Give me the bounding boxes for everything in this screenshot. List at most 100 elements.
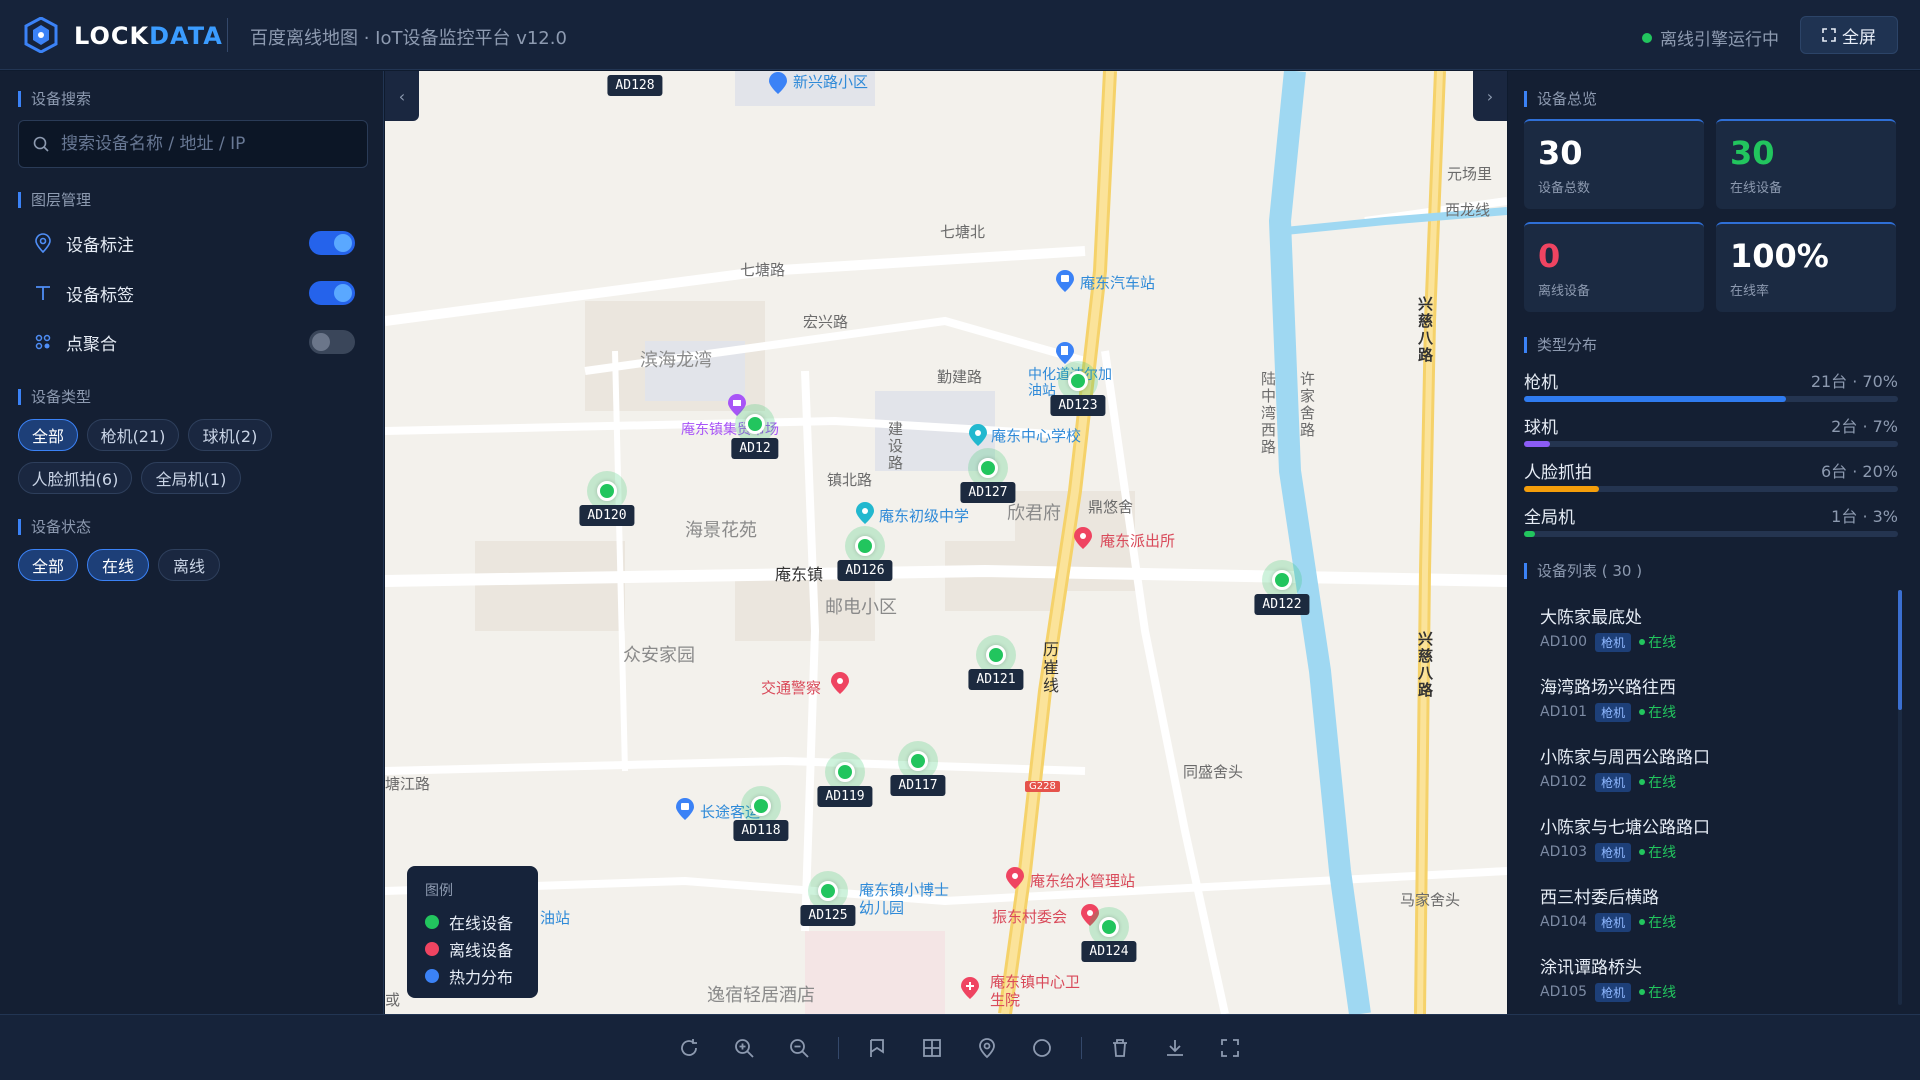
stat-online-rate: 100% 在线率 (1716, 222, 1896, 312)
poi-label: 交通警察 (761, 679, 822, 697)
place-label: 庵东镇 (775, 565, 824, 584)
place-label: 逸宿轻居酒店 (707, 985, 815, 1006)
expand-icon[interactable] (1217, 1035, 1243, 1061)
place-label: 邮电小区 (825, 597, 897, 618)
layer-toggle-device-label[interactable] (309, 281, 355, 305)
device-list-item[interactable]: 小陈家与七塘公路路口 AD103 枪机 在线 (1540, 813, 1880, 875)
dist-row-dome: 球机 2台 · 7% (1524, 413, 1898, 453)
place-label: 马家舍头 (1400, 891, 1461, 909)
trash-icon[interactable] (1107, 1035, 1133, 1061)
bus-stop-icon (1056, 270, 1074, 292)
status-dot-icon (1642, 32, 1652, 43)
layer-label: 设备标注 (66, 235, 134, 256)
brand-name: LOCKDATA (74, 22, 223, 50)
status-chip-offline[interactable]: 离线 (158, 549, 220, 581)
place-label: 或 (385, 991, 401, 1009)
device-list-scrollbar[interactable] (1898, 590, 1902, 1005)
chevron-right-icon: › (1486, 86, 1494, 106)
device-tag: AD124 (1081, 941, 1137, 962)
device-list-item[interactable]: 西三村委后横路 AD104 枪机 在线 (1540, 883, 1880, 945)
poi-label: 振东村委会 (992, 908, 1068, 926)
poi-label: 庵东镇中心卫生院 (990, 973, 1081, 1009)
dist-row-gun: 枪机 21台 · 70% (1524, 368, 1898, 408)
poi-label: 新兴路小区 (793, 73, 869, 91)
fullscreen-button[interactable]: 全屏 (1800, 16, 1898, 54)
search-input[interactable] (61, 134, 351, 154)
residence-icon (769, 72, 787, 94)
status-chip-all[interactable]: 全部 (18, 549, 78, 581)
type-chip-global[interactable]: 全局机(1) (141, 462, 241, 494)
place-label: 塘江路 (385, 775, 431, 793)
layers-section-title: 图层管理 (18, 192, 91, 208)
map-canvas[interactable]: 七塘北 七塘路 宏兴路 滨海龙湾 勤建路 建设路 镇北路 海景花苑 欣君府 鼎悠… (385, 71, 1507, 1014)
search-section-title: 设备搜索 (18, 91, 91, 107)
poi-label: 庵东中心学校 (991, 427, 1082, 445)
dist-row-global: 全局机 1台 · 3% (1524, 503, 1898, 543)
layer-toggle-device-marker[interactable] (309, 231, 355, 255)
device-tag: AD119 (817, 786, 873, 807)
toolbar-divider (1081, 1037, 1082, 1059)
place-label: 勤建路 (937, 368, 983, 386)
place-label: 七塘路 (740, 261, 786, 279)
zoom-in-icon[interactable] (731, 1035, 757, 1061)
zoom-out-icon[interactable] (786, 1035, 812, 1061)
type-chip-face[interactable]: 人脸抓拍(6) (18, 462, 132, 494)
water-station-icon (1006, 867, 1024, 889)
grid-icon[interactable] (919, 1035, 945, 1061)
place-label: 陆中湾西路 (1259, 371, 1277, 456)
flag-icon[interactable] (864, 1035, 890, 1061)
device-list-item[interactable]: 海湾路场兴路往西 AD101 枪机 在线 (1540, 673, 1880, 735)
type-section-title: 设备类型 (18, 389, 91, 405)
right-panel: 设备总览 30 设备总数 30 在线设备 0 离线设备 100% 在线率 类型分布 枪机… (1508, 71, 1920, 1014)
search-icon (33, 136, 49, 152)
download-icon[interactable] (1162, 1035, 1188, 1061)
device-tag: AD125 (800, 905, 856, 926)
layer-label: 点聚合 (66, 334, 117, 355)
device-tag: AD121 (968, 669, 1024, 690)
layer-device-label[interactable]: 设备标签 (30, 276, 355, 310)
page-title: 百度离线地图 · IoT设备监控平台 v12.0 (250, 28, 567, 49)
place-label: 鼎悠舍 (1088, 498, 1134, 516)
status-chip-online[interactable]: 在线 (87, 549, 149, 581)
marker-icon[interactable] (974, 1035, 1000, 1061)
device-tag: AD126 (837, 560, 893, 581)
place-label: 建设路 (886, 421, 904, 472)
stat-total: 30 设备总数 (1524, 119, 1704, 209)
place-label: 兴慈八路 (1416, 296, 1434, 364)
device-tag: AD117 (890, 775, 946, 796)
device-list-item[interactable]: 小陈家与周西公路路口 AD102 枪机 在线 (1540, 743, 1880, 805)
list-section-title: 设备列表 ( 30 ) (1524, 563, 1642, 579)
layer-toggle-point-cluster[interactable] (309, 330, 355, 354)
type-chip-gun[interactable]: 枪机(21) (87, 419, 179, 451)
map-base-layer (385, 71, 1507, 1014)
legend-item-online: 在线设备 (425, 908, 520, 935)
place-label: 西龙线 (1445, 201, 1491, 219)
circle-icon[interactable] (1029, 1035, 1055, 1061)
search-box[interactable] (18, 120, 368, 168)
header-divider (227, 18, 228, 52)
toolbar-divider (838, 1037, 839, 1059)
refresh-icon[interactable] (676, 1035, 702, 1061)
place-label: 七塘北 (940, 223, 986, 241)
dist-section-title: 类型分布 (1524, 337, 1597, 353)
collapse-right-button[interactable]: › (1473, 71, 1507, 121)
place-label: 宏兴路 (803, 313, 849, 331)
type-chip-all[interactable]: 全部 (18, 419, 78, 451)
layer-point-cluster[interactable]: 点聚合 (30, 325, 355, 359)
collapse-left-button[interactable]: ‹ (385, 71, 419, 121)
police-station-icon (1074, 527, 1092, 549)
place-label: 众安家园 (623, 645, 695, 666)
device-tag: AD127 (960, 482, 1016, 503)
device-tag: AD118 (733, 820, 789, 841)
type-chip-dome[interactable]: 球机(2) (188, 419, 272, 451)
place-label: 镇北路 (827, 471, 873, 489)
device-list-item[interactable]: 涂讯谭路桥头 AD105 枪机 在线 (1540, 953, 1880, 1015)
poi-label: 庵东汽车站 (1080, 274, 1156, 292)
app-header: LOCKDATA 百度离线地图 · IoT设备监控平台 v12.0 离线引擎运行… (0, 0, 1920, 70)
device-list-item[interactable]: 大陈家最底处 AD100 枪机 在线 (1540, 603, 1880, 665)
legend-item-heat: 热力分布 (425, 962, 520, 989)
chevron-left-icon: ‹ (398, 86, 406, 106)
dist-row-face: 人脸抓拍 6台 · 20% (1524, 458, 1898, 498)
location-pin-icon (30, 230, 56, 256)
layer-device-marker[interactable]: 设备标注 (30, 226, 355, 260)
